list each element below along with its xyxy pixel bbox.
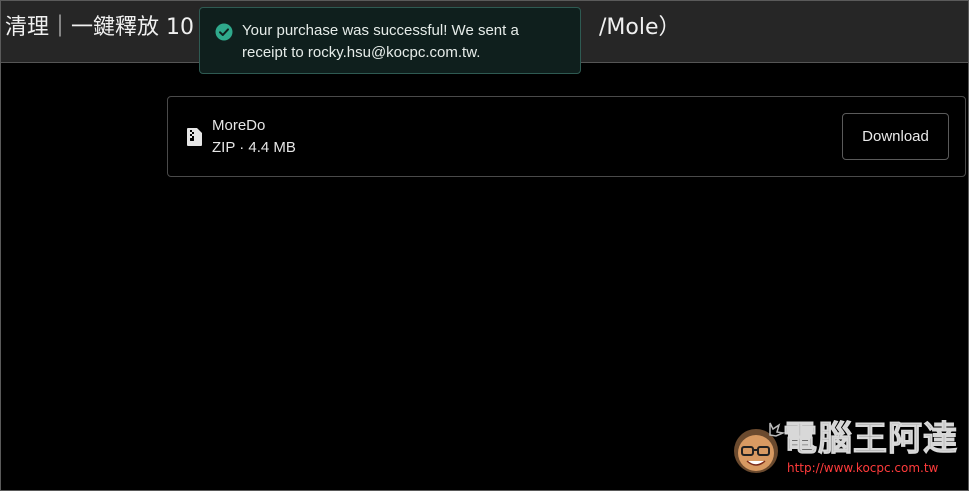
watermark-url: http://www.kocpc.com.tw <box>787 461 939 475</box>
download-card: MoreDo ZIP · 4.4 MB Download <box>167 96 966 177</box>
toast-message-line-2: receipt to rocky.hsu@kocpc.com.tw. <box>242 44 481 61</box>
page-title-right: /Mole） <box>599 15 681 40</box>
file-meta: ZIP · 4.4 MB <box>212 139 296 156</box>
download-button[interactable]: Download <box>842 113 949 160</box>
page-title-left: 清理｜一鍵釋放 10 <box>5 15 194 40</box>
toast-message-line-1: Your purchase was successful! We sent a <box>242 22 519 39</box>
success-toast: Your purchase was successful! We sent a … <box>199 7 581 74</box>
watermark-title: 電腦王阿達 <box>783 419 958 460</box>
toast-message: Your purchase was successful! We sent a … <box>242 20 562 64</box>
zip-file-icon <box>187 128 202 146</box>
watermark-logo: 電腦王阿達 http://www.kocpc.com.tw <box>729 417 961 479</box>
mascot-icon <box>734 422 786 473</box>
file-name: MoreDo <box>212 117 266 134</box>
check-circle-icon <box>215 23 233 41</box>
